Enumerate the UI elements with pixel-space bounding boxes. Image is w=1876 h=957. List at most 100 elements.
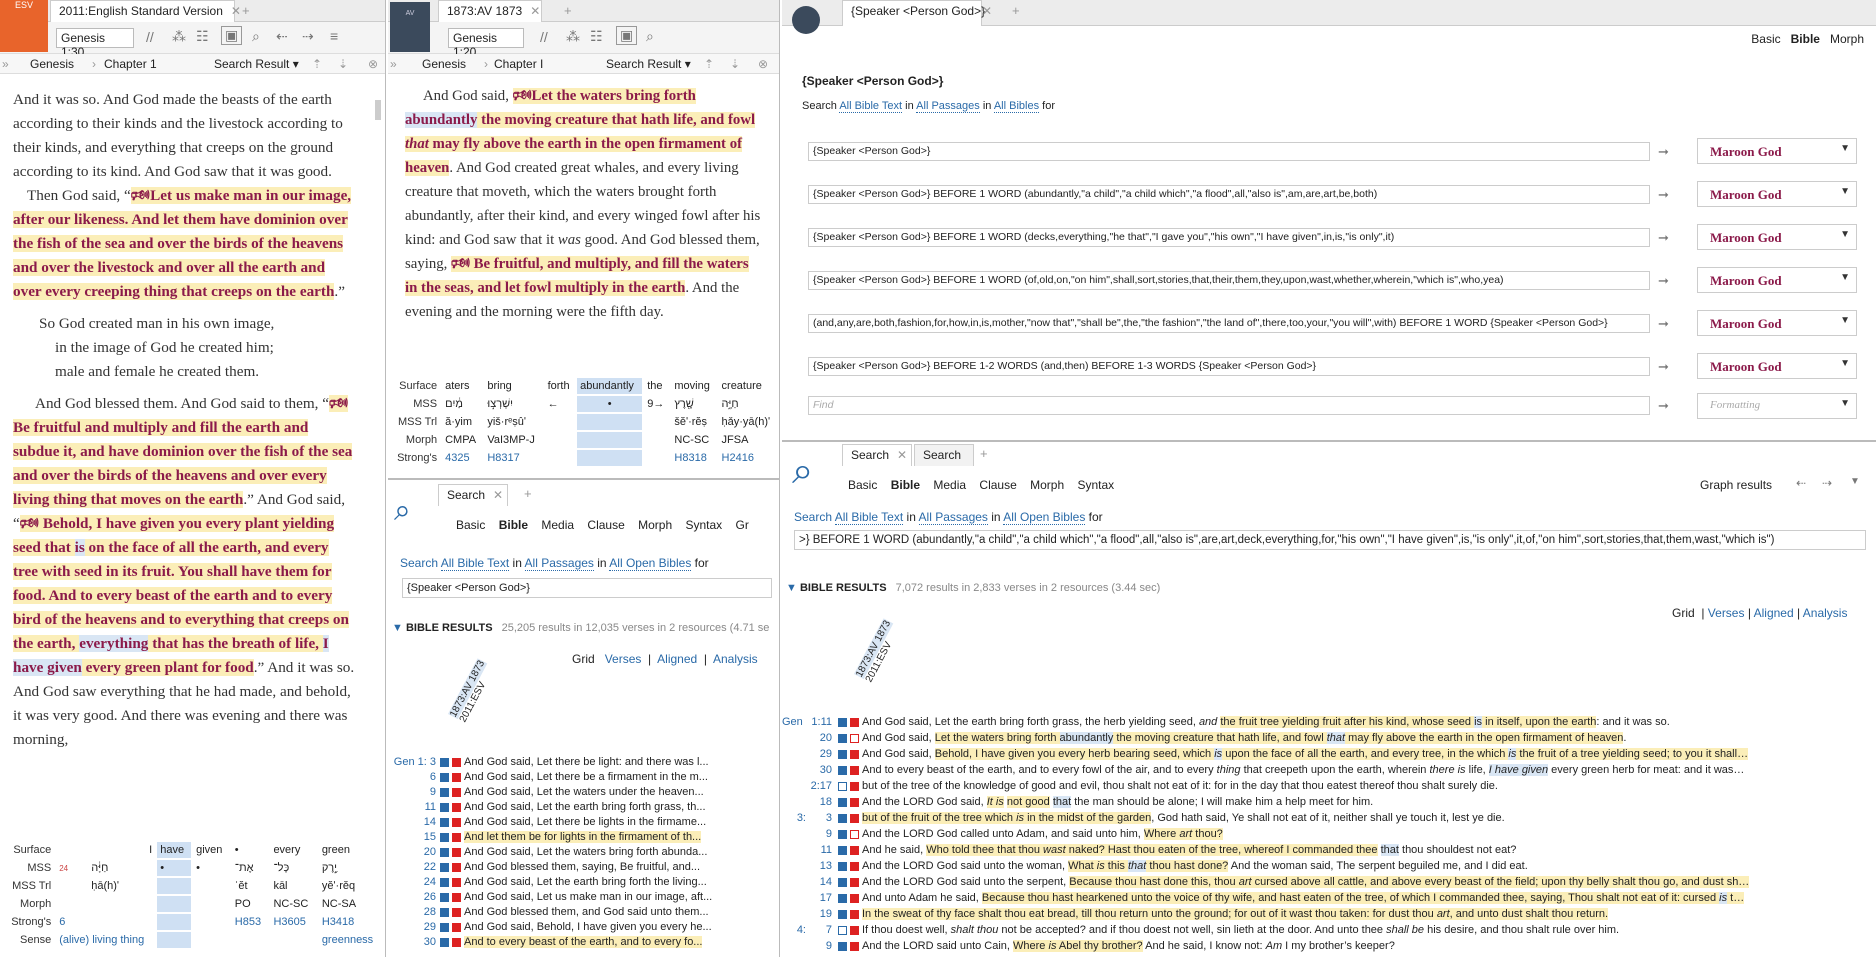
result-row[interactable]: Gen 1: 3 And God said, Let there be light… xyxy=(388,756,709,769)
result-row[interactable]: 14 And the LORD God said unto the serpent… xyxy=(782,876,1750,889)
result-row[interactable]: 19 In the sweat of thy face shalt thou ea… xyxy=(782,908,1609,921)
scope-bibles-dropdown[interactable]: All Open Bibles xyxy=(609,556,692,571)
tab-search-active[interactable]: Search ✕ xyxy=(842,444,912,466)
result-row[interactable]: 22 And God blessed them, saying, Be fruit… xyxy=(388,861,700,874)
result-row[interactable]: Gen 1:11 And God said, Let the earth bring… xyxy=(782,716,1670,729)
scope-bibles-dropdown[interactable]: All Bibles xyxy=(993,100,1040,113)
query-input[interactable]: {Speaker <Person God>} BEFORE 1 WORD (of… xyxy=(808,271,1650,290)
forward-icon[interactable]: ⇢ xyxy=(302,28,314,45)
search-icon[interactable]: ⌕ xyxy=(646,28,654,45)
result-row[interactable]: 28 And God blessed them, and God said unt… xyxy=(388,906,709,919)
add-tab-icon[interactable]: + xyxy=(1012,3,1020,18)
formatting-dropdown[interactable]: Maroon God ▼ xyxy=(1697,138,1857,164)
esv-book-icon[interactable]: ESV xyxy=(0,0,48,52)
scope-bibles-dropdown[interactable]: All Open Bibles xyxy=(1003,510,1086,525)
forward-icon[interactable]: ⇢ xyxy=(1822,476,1832,490)
result-row[interactable]: 17 And unto Adam he said, Because thou ha… xyxy=(782,892,1745,905)
tab-clause[interactable]: Clause xyxy=(587,518,624,532)
query-input[interactable]: (and,any,are,both,fashion,for,how,in,is,… xyxy=(808,314,1650,333)
breadcrumb-book[interactable]: Genesis xyxy=(30,57,74,71)
result-row[interactable]: 9 And God said, Let the waters under the … xyxy=(388,786,704,799)
reference-box[interactable]: Genesis 1:30 xyxy=(56,28,134,59)
view-verses[interactable]: Verses xyxy=(605,652,642,666)
result-row[interactable]: 20 And God said, Let the waters bring for… xyxy=(388,846,708,859)
breadcrumb-book[interactable]: Genesis xyxy=(422,57,466,71)
add-tab-icon[interactable]: + xyxy=(242,3,250,18)
tab-morph[interactable]: Morph xyxy=(1030,478,1064,492)
search-result-dropdown[interactable]: Search Result ▾ xyxy=(214,57,299,71)
close-icon[interactable]: ✕ xyxy=(493,488,503,502)
result-row[interactable]: 6 And God said, Let there be a firmament … xyxy=(388,771,708,784)
tab-search[interactable]: Search ✕ xyxy=(438,484,508,506)
search-input[interactable]: >} BEFORE 1 WORD (abundantly,"a child","… xyxy=(794,530,1866,550)
search-icon[interactable]: ⌕ xyxy=(252,28,260,45)
tab-av[interactable]: 1873:AV 1873 ✕ xyxy=(438,0,542,22)
view-basic[interactable]: Basic xyxy=(1751,32,1780,46)
prev-result-icon[interactable]: ⇡ xyxy=(312,57,322,71)
close-icon[interactable]: ✕ xyxy=(982,4,992,18)
expand-icon[interactable]: » xyxy=(2,57,9,71)
scope-passages-dropdown[interactable]: All Passages xyxy=(918,510,988,525)
tab-basic[interactable]: Basic xyxy=(848,478,877,492)
view-grid[interactable]: Grid xyxy=(572,652,595,666)
next-result-icon[interactable]: ⇣ xyxy=(338,57,348,71)
result-row[interactable]: 30 And to every beast of the earth, and t… xyxy=(782,764,1744,777)
tab-morph[interactable]: Morph xyxy=(638,518,672,532)
result-row[interactable]: 11 And he said, Who told thee that thou w… xyxy=(782,844,1516,857)
view-analysis[interactable]: Analysis xyxy=(1803,606,1848,620)
tab-clause[interactable]: Clause xyxy=(979,478,1016,492)
add-tab-icon[interactable]: + xyxy=(980,446,988,461)
scope-text-dropdown[interactable]: All Bible Text xyxy=(839,100,903,113)
breadcrumb-chapter[interactable]: Chapter 1 xyxy=(104,57,157,71)
formatting-dropdown[interactable]: Formatting ▼ xyxy=(1697,393,1857,419)
result-row[interactable]: 2:17 but of the tree of the knowledge of … xyxy=(782,780,1498,793)
graph-results-button[interactable]: Graph results xyxy=(1700,478,1772,492)
av-book-icon[interactable]: AV xyxy=(390,2,430,52)
find-input[interactable]: Find xyxy=(808,396,1650,415)
tab-syntax[interactable]: Syntax xyxy=(1077,478,1114,492)
scope-text-dropdown[interactable]: All Bible Text xyxy=(440,556,510,571)
tab-bible[interactable]: Bible xyxy=(499,518,528,532)
result-row[interactable]: 24 And God said, Let the earth bring fort… xyxy=(388,876,707,889)
result-row[interactable]: 3: 3 but of the fruit of the tree which is… xyxy=(782,812,1505,825)
add-tab-icon[interactable]: + xyxy=(564,3,572,18)
query-input[interactable]: {Speaker <Person God>} BEFORE 1 WORD (ab… xyxy=(808,185,1650,204)
query-input[interactable]: {Speaker <Person God>} BEFORE 1 WORD (de… xyxy=(808,228,1650,247)
view-bible[interactable]: Bible xyxy=(1791,32,1820,46)
menu-icon[interactable]: ≡ xyxy=(330,28,338,44)
result-row[interactable]: 9 And the LORD said unto Cain, Where is A… xyxy=(782,940,1395,953)
prev-result-icon[interactable]: ⇡ xyxy=(704,57,714,71)
visual-filter-icon[interactable]: ⁂ xyxy=(172,28,186,45)
query-input[interactable]: {Speaker <Person God>} xyxy=(808,142,1650,161)
columns-icon[interactable]: ☷ xyxy=(196,28,209,45)
view-morph[interactable]: Morph xyxy=(1830,32,1864,46)
result-row[interactable]: 4: 7 If thou doest well, shalt thou not be… xyxy=(782,924,1619,937)
result-row[interactable]: 11 And God said, Let the earth bring fort… xyxy=(388,801,706,814)
breadcrumb-chapter[interactable]: Chapter I xyxy=(494,57,543,71)
view-aligned[interactable]: Aligned xyxy=(657,652,697,666)
result-row[interactable]: 14 And God said, Let there be lights in t… xyxy=(388,816,706,829)
parallel-icon[interactable]: // xyxy=(146,29,154,45)
result-row[interactable]: 18 And the LORD God said, It is not good … xyxy=(782,796,1373,809)
tab-esv[interactable]: 2011:English Standard Version ✕ xyxy=(50,0,241,22)
view-verses[interactable]: Verses xyxy=(1708,606,1745,620)
view-analysis[interactable]: Analysis xyxy=(713,652,758,666)
text-display-icon[interactable]: ▣ xyxy=(221,26,243,45)
close-icon[interactable]: ✕ xyxy=(897,448,907,462)
tab-bible[interactable]: Bible xyxy=(891,478,920,492)
search-input[interactable]: {Speaker <Person God>} xyxy=(402,578,772,598)
columns-icon[interactable]: ☷ xyxy=(590,28,603,45)
parallel-icon[interactable]: // xyxy=(540,29,548,45)
close-result-icon[interactable]: ⊗ xyxy=(758,57,768,71)
view-grid[interactable]: Grid xyxy=(1672,606,1695,620)
tab-media[interactable]: Media xyxy=(541,518,574,532)
formatting-dropdown[interactable]: Maroon God ▼ xyxy=(1697,310,1857,336)
result-row[interactable]: 20 And God said, Let the waters bring for… xyxy=(782,732,1626,745)
tab-media[interactable]: Media xyxy=(933,478,966,492)
query-input[interactable]: {Speaker <Person God>} BEFORE 1-2 WORDS … xyxy=(808,357,1650,376)
back-icon[interactable]: ⇠ xyxy=(1796,476,1806,490)
scope-text-dropdown[interactable]: All Bible Text xyxy=(834,510,904,525)
expand-icon[interactable]: » xyxy=(390,57,397,71)
result-row[interactable]: 29 And God said, Behold, I have given you… xyxy=(782,748,1749,761)
view-aligned[interactable]: Aligned xyxy=(1754,606,1794,620)
